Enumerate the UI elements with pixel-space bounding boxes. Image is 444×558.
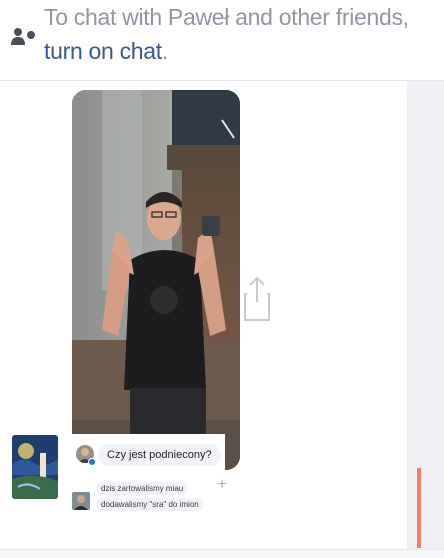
video-frame [72,90,240,470]
shared-video[interactable] [72,90,240,470]
comment-bubble[interactable]: Czy jest podniecony? [98,444,221,466]
reply-message[interactable]: dzis zartowalismy miau [96,482,189,495]
chat-notice-text: To chat with Paweł and other friends, [44,4,409,30]
chat-notice-period: . [161,38,168,64]
friends-icon [11,28,35,45]
reply-avatar[interactable] [72,492,90,510]
online-indicator [88,458,96,466]
scrollbar-track[interactable] [407,81,444,549]
turn-on-chat-link[interactable]: turn on chat [44,38,162,64]
avatar-painting [12,435,58,499]
chat-notice-line2: turn on chat. [44,38,168,65]
reply-message[interactable]: dodawalismy "sra" do imion [96,498,204,511]
add-icon[interactable]: + [214,477,230,493]
sender-avatar[interactable] [12,435,58,499]
scrollbar-thumb[interactable] [417,468,421,548]
chat-notice: To chat with Paweł and other friends, tu… [0,0,444,81]
reply-photo [72,492,90,510]
share-icon[interactable] [243,274,271,324]
